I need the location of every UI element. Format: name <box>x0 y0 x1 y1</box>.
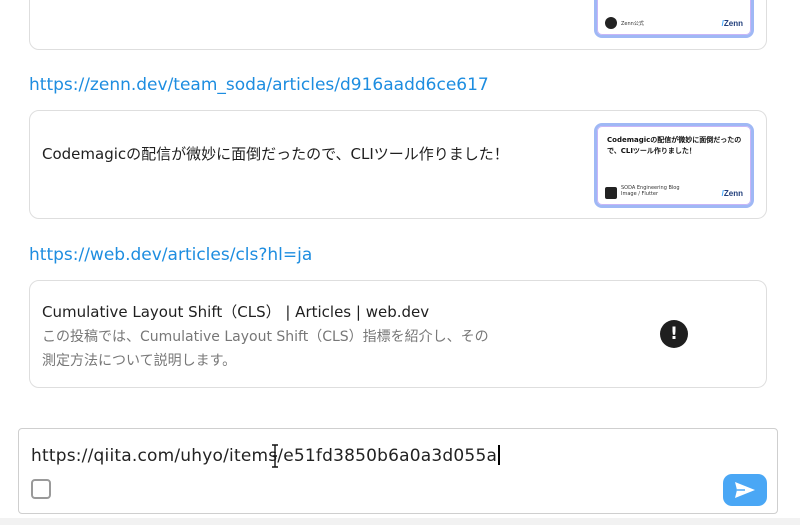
card-title: Cumulative Layout Shift（CLS） | Articles … <box>42 303 430 321</box>
send-icon <box>735 482 755 498</box>
link-preview-card-zenn[interactable]: Codemagicの配信が微妙に面倒だったので、CLIツール作りました！ Cod… <box>29 110 767 219</box>
card-description: この投稿では、Cumulative Layout Shift（CLS）指標を紹介… <box>42 329 489 369</box>
message-composer: https://qiita.com/uhyo/items/e51fd3850b6… <box>18 428 778 514</box>
message-input[interactable]: https://qiita.com/uhyo/items/e51fd3850b6… <box>31 445 501 466</box>
thumbnail-title: Codemagicの配信が微妙に面倒だったので、CLIツール作りました！ <box>607 136 742 155</box>
thumbnail-org: Zenn公式 <box>621 21 644 27</box>
link-url-webdev[interactable]: https://web.dev/articles/cls?hl=ja <box>29 245 312 265</box>
checkbox[interactable] <box>31 479 51 499</box>
card-title: Codemagicの配信が微妙に面倒だったので、CLIツール作りました！ <box>42 145 509 163</box>
send-button[interactable] <box>723 474 767 506</box>
zenn-logo: /Zenn <box>721 189 743 198</box>
thumbnail-org: SODA Engineering Blog Image / Flutter <box>621 185 680 197</box>
avatar <box>605 17 617 29</box>
link-preview-card-zenn-top[interactable]: Zenn公式 /Zenn <box>29 0 767 50</box>
exclamation-icon: ! <box>660 320 688 348</box>
window-bottom-edge <box>0 518 800 525</box>
preview-thumbnail: Zenn公式 /Zenn <box>594 0 754 38</box>
avatar <box>605 187 617 199</box>
link-preview-card-webdev[interactable]: Cumulative Layout Shift（CLS） | Articles … <box>29 280 767 388</box>
link-url-zenn[interactable]: https://zenn.dev/team_soda/articles/d916… <box>29 75 489 95</box>
zenn-logo: /Zenn <box>721 19 743 28</box>
text-caret <box>498 445 501 465</box>
preview-thumbnail: Codemagicの配信が微妙に面倒だったので、CLIツール作りました！ SOD… <box>594 123 754 208</box>
